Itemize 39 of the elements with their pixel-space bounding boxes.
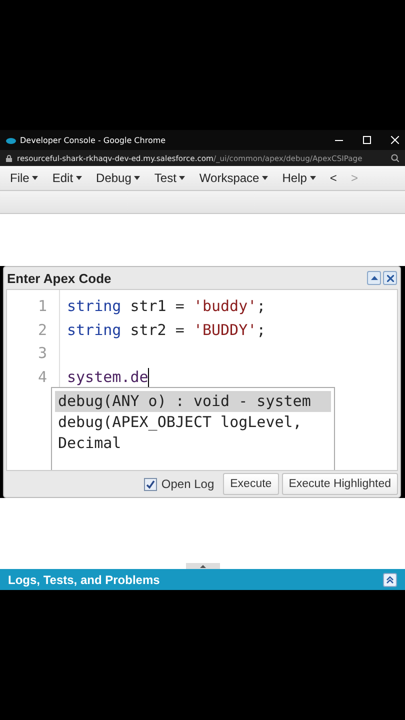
- double-chevron-up-icon: [386, 576, 394, 584]
- lock-icon: [6, 154, 12, 162]
- menu-item[interactable]: Debug: [90, 169, 146, 187]
- close-icon[interactable]: [391, 136, 399, 144]
- zoom-icon[interactable]: [391, 154, 399, 162]
- execute-button[interactable]: Execute Highlighted: [282, 473, 398, 495]
- cloud-logo-icon: [6, 136, 16, 144]
- panel-title: Logs, Tests, and Problems: [8, 572, 160, 586]
- menu-item[interactable]: Edit: [46, 169, 88, 187]
- expand-button[interactable]: [383, 572, 397, 586]
- execute-button[interactable]: Execute: [223, 473, 279, 495]
- checkbox[interactable]: [144, 478, 158, 490]
- code-editor[interactable]: 1 2 3 4 string str1 = 'buddy'; string str2 = 'BUDDY'; system.de debug(ANY o) : void - system debug(APEX_OBJECT logLevel, Decimal: [6, 289, 398, 471]
- line-number: 1: [36, 297, 48, 317]
- code-line: system.de: [67, 368, 148, 386]
- collapse-button[interactable]: [367, 271, 381, 285]
- splitter-handle[interactable]: [186, 563, 220, 569]
- window-title: Developer Console - Google Chrome: [20, 136, 166, 144]
- menu-item[interactable]: File: [4, 169, 44, 187]
- panel-title: Enter Apex Code: [7, 270, 112, 286]
- triangle-up-icon: [200, 564, 206, 568]
- menu-item[interactable]: Help: [276, 169, 322, 187]
- suggestion-item[interactable]: Decimal: [55, 433, 331, 454]
- close-icon: [386, 274, 394, 282]
- checkbox-label: Open Log: [161, 477, 214, 491]
- menu-item[interactable]: Workspace: [193, 169, 274, 187]
- suggestion-item[interactable]: debug(ANY o) : void - system: [55, 391, 331, 412]
- menu-item[interactable]: <: [324, 169, 343, 187]
- triangle-up-icon: [370, 276, 378, 280]
- line-number: 2: [36, 320, 48, 340]
- line-number: 3: [36, 344, 48, 364]
- suggestion-item[interactable]: debug(APEX_OBJECT logLevel,: [55, 412, 331, 433]
- close-button[interactable]: [383, 271, 397, 285]
- code-line: string str1 = 'buddy';: [67, 297, 266, 315]
- line-number: 4: [36, 368, 48, 388]
- maximize-icon[interactable]: [363, 136, 371, 144]
- code-line: string str2 = 'BUDDY';: [67, 320, 266, 338]
- text-cursor: [148, 368, 150, 386]
- menu-item[interactable]: Test: [148, 169, 192, 187]
